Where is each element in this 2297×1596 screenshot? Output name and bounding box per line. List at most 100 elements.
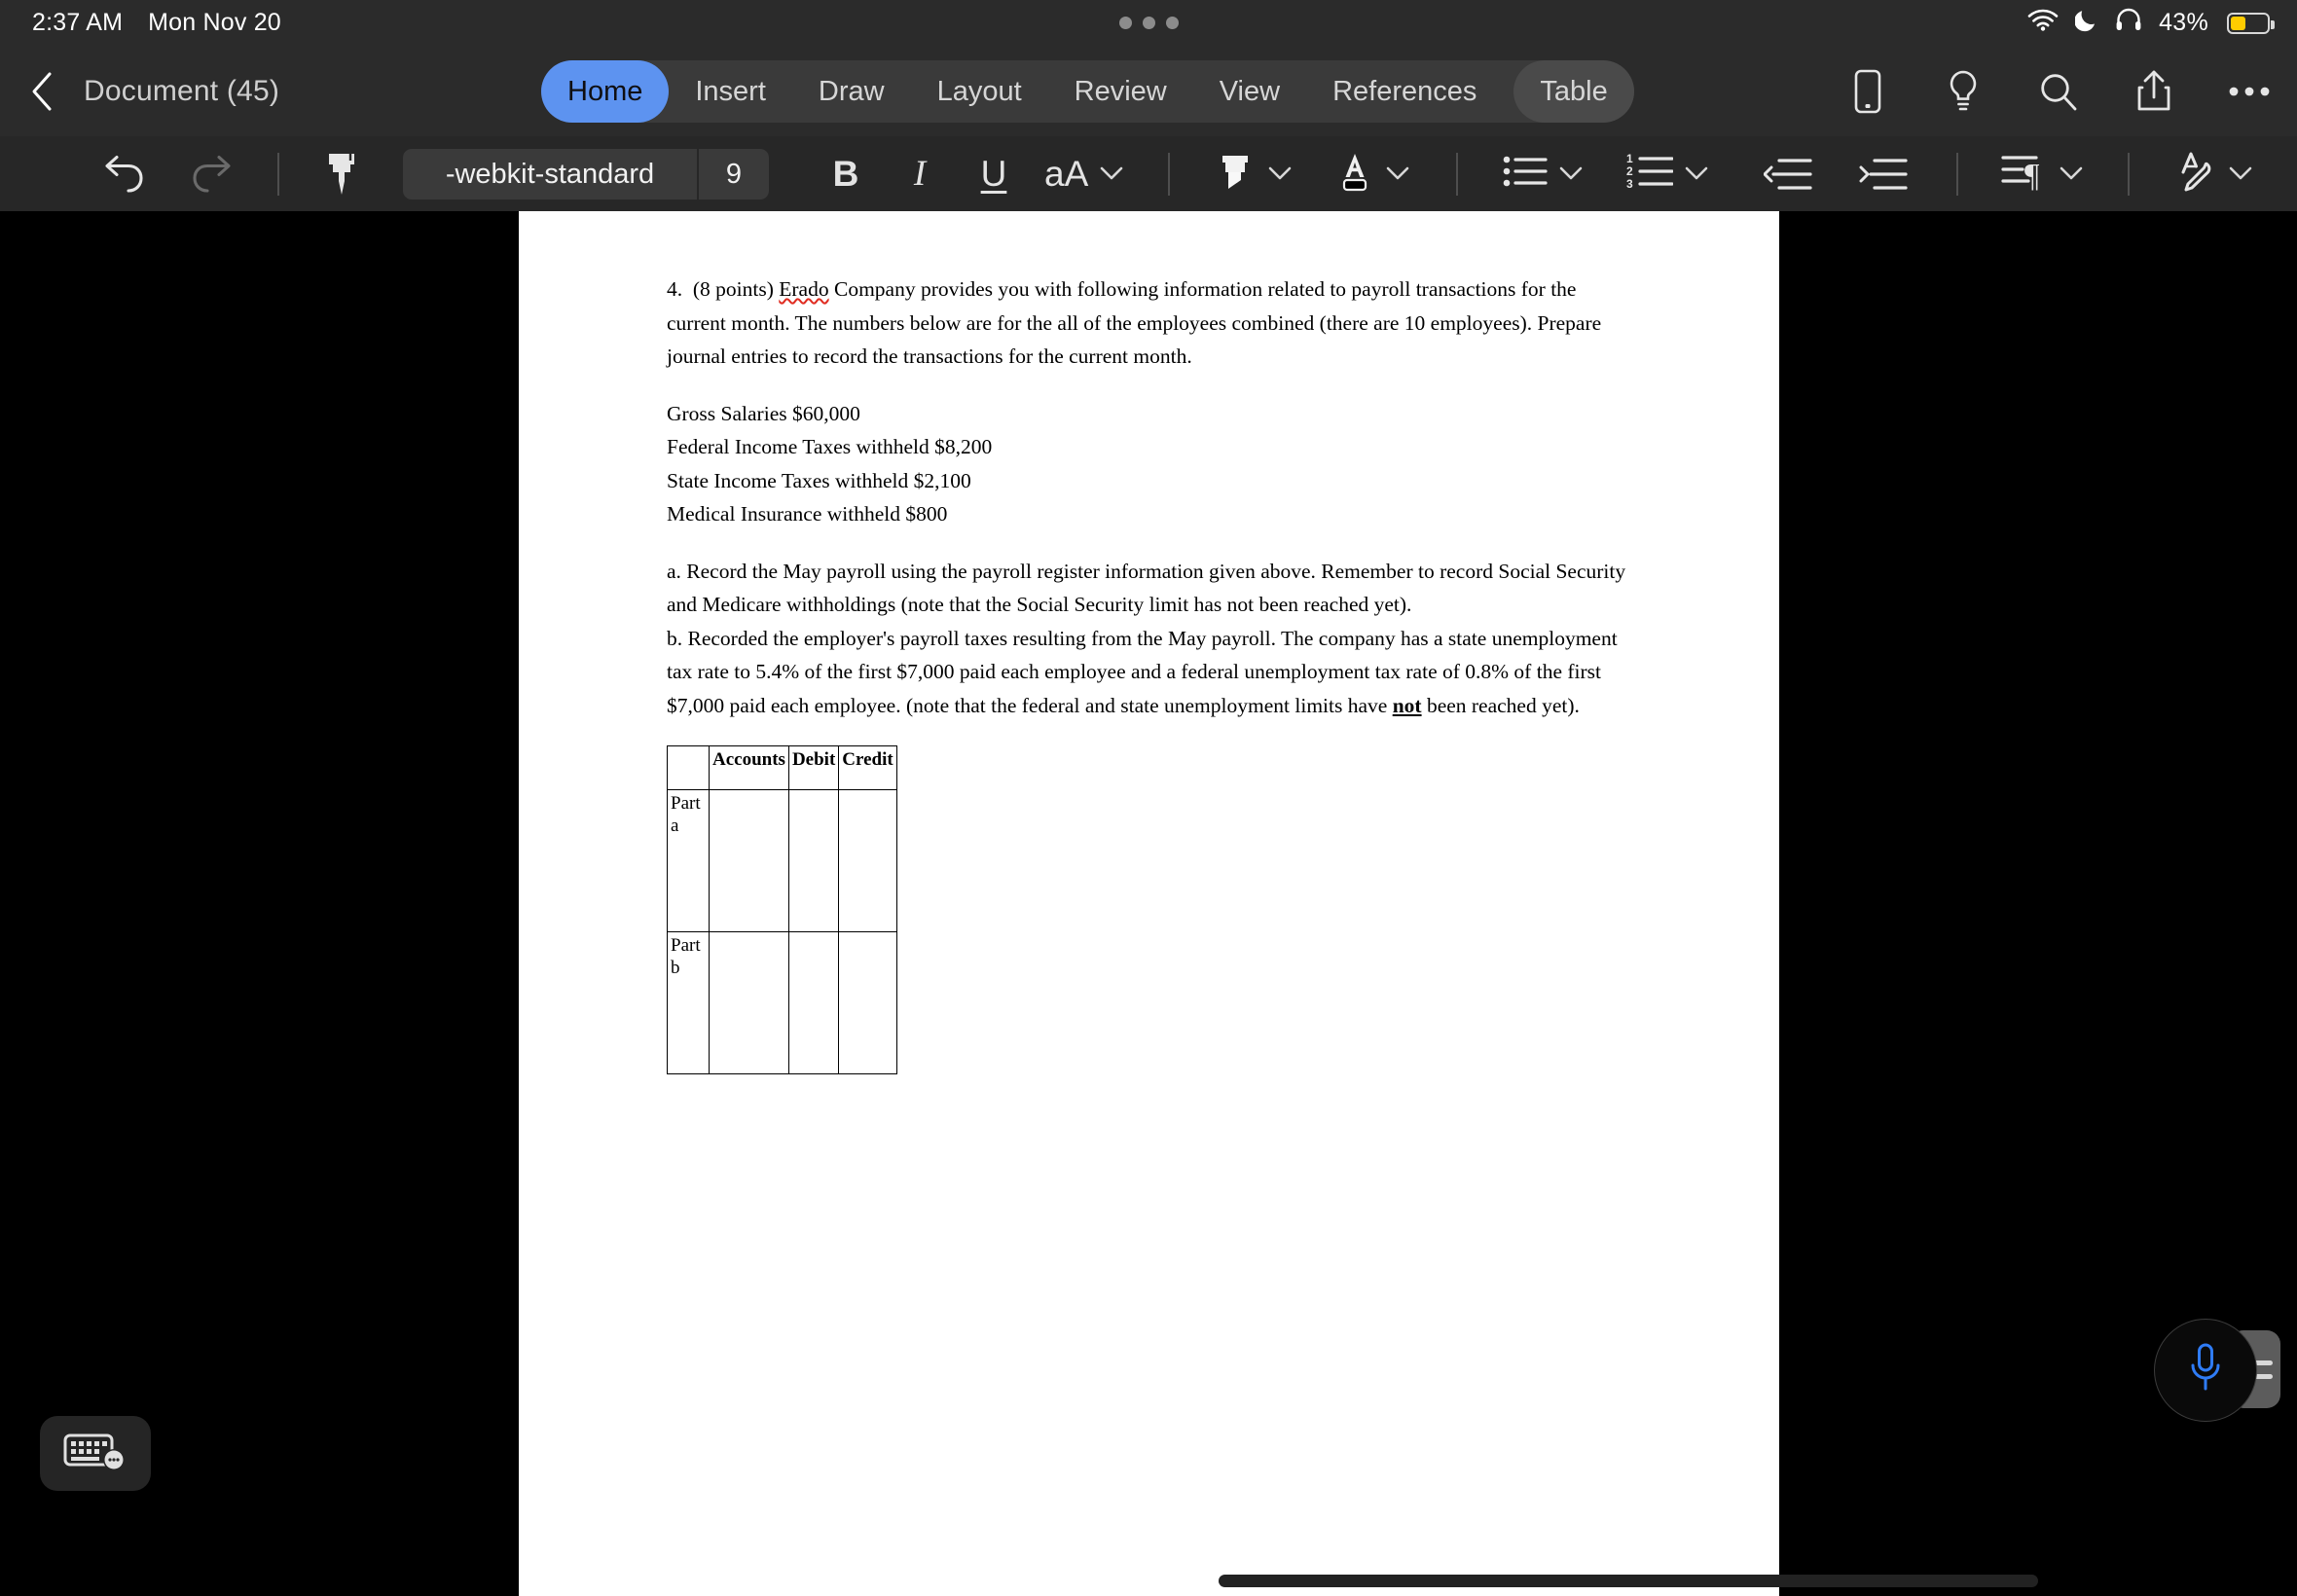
font-color-icon: [1335, 148, 1374, 200]
figure-line: Gross Salaries $60,000: [667, 401, 860, 425]
cell-credit[interactable]: [838, 931, 897, 1074]
font-name-field[interactable]: -webkit-standard: [403, 149, 697, 200]
tab-draw[interactable]: Draw: [792, 60, 911, 123]
navigation-bar: Document (45) Home Insert Draw Layout Re…: [0, 46, 2297, 136]
indent-button[interactable]: [1857, 157, 1910, 192]
battery-fill: [2231, 16, 2246, 30]
part-b-text-2: been reached yet).: [1421, 693, 1580, 717]
table-row[interactable]: Part b: [667, 931, 897, 1074]
highlight-button[interactable]: [1214, 149, 1292, 199]
svg-text:2: 2: [1626, 164, 1633, 178]
table-header-blank: [667, 745, 710, 790]
back-chevron-icon[interactable]: [23, 72, 60, 110]
chevron-down-icon: [1386, 166, 1409, 181]
highlighter-icon: [1214, 149, 1257, 199]
format-painter-icon[interactable]: [317, 150, 366, 199]
toolbar-divider: [1456, 152, 1459, 196]
tab-view[interactable]: View: [1193, 60, 1306, 123]
italic-label: I: [913, 154, 927, 194]
formatting-toolbar: -webkit-standard 9 B I U aA 1 2 3 ¶: [0, 136, 2297, 211]
font-selector-group: -webkit-standard 9: [403, 148, 769, 200]
moon-icon: [2074, 7, 2098, 39]
underline-button[interactable]: U: [970, 156, 1017, 192]
toolbar-divider: [277, 152, 279, 196]
multitask-dot: [1118, 17, 1132, 29]
text-effects-button[interactable]: aA: [1044, 156, 1123, 192]
headphones-icon: [2115, 7, 2142, 39]
bullet-list-button[interactable]: [1503, 154, 1583, 194]
table-header-accounts: Accounts: [709, 745, 789, 790]
numbered-list-icon: 1 2 3: [1626, 152, 1674, 195]
chevron-down-icon: [2060, 166, 2083, 181]
toolbar-divider: [2128, 152, 2131, 196]
undo-icon[interactable]: [95, 153, 150, 196]
chevron-down-icon: [1268, 166, 1292, 181]
numbered-list-button[interactable]: 1 2 3: [1626, 152, 1708, 195]
search-icon[interactable]: [2036, 68, 2081, 115]
microphone-button[interactable]: [2154, 1319, 2257, 1422]
tab-table[interactable]: Table: [1513, 60, 1634, 123]
table-header-credit: Credit: [838, 745, 897, 790]
font-color-button[interactable]: [1335, 148, 1409, 200]
status-right-group: 43%: [2027, 7, 2275, 39]
italic-button[interactable]: I: [896, 156, 943, 192]
multitask-indicator[interactable]: [0, 17, 2297, 29]
figure-line: State Income Taxes withheld $2,100: [667, 468, 971, 492]
dictation-widget[interactable]: [2154, 1319, 2280, 1422]
cell-debit[interactable]: [787, 931, 840, 1074]
bold-label: B: [832, 154, 859, 194]
multitask-dot: [1142, 17, 1155, 29]
tab-layout[interactable]: Layout: [911, 60, 1048, 123]
row-label-part-b: Part b: [667, 931, 710, 1074]
cell-debit[interactable]: [787, 789, 840, 932]
toolbar-divider: [1956, 152, 1959, 196]
styles-button[interactable]: [2172, 149, 2252, 199]
font-size-field[interactable]: 9: [699, 149, 769, 200]
document-canvas[interactable]: 4. (8 points) Erado Company provides you…: [0, 211, 2297, 1596]
underline-label: U: [980, 154, 1007, 194]
chevron-down-icon: [1559, 166, 1583, 181]
svg-text:¶: ¶: [2024, 158, 2040, 191]
question-intro-paragraph: 4. (8 points) Erado Company provides you…: [667, 272, 1630, 374]
outdent-button[interactable]: [1762, 157, 1814, 192]
battery-icon: [2227, 12, 2275, 34]
chevron-down-icon: [1100, 166, 1123, 181]
wifi-icon: [2027, 8, 2059, 38]
multitask-dot: [1165, 17, 1179, 29]
mobile-view-icon[interactable]: [1845, 68, 1890, 115]
status-bar: 2:37 AM Mon Nov 20 43%: [0, 0, 2297, 46]
page-content: 4. (8 points) Erado Company provides you…: [667, 272, 1630, 1074]
table-header-debit: Debit: [787, 745, 840, 790]
home-indicator: [1219, 1575, 2038, 1587]
part-a-paragraph: a. Record the May payroll using the payr…: [667, 559, 1626, 617]
tab-insert[interactable]: Insert: [669, 60, 792, 123]
tab-references[interactable]: References: [1306, 60, 1503, 123]
ipad-screen: 2:37 AM Mon Nov 20 43% Document (45) Hom…: [0, 0, 2297, 1596]
journal-entry-table[interactable]: Accounts Debit Credit Part a Part b: [667, 745, 897, 1074]
ribbon-tab-group: Home Insert Draw Layout Review View Refe…: [541, 60, 1634, 123]
figure-line: Federal Income Taxes withheld $8,200: [667, 435, 993, 458]
cell-accounts[interactable]: [709, 789, 789, 932]
document-page[interactable]: 4. (8 points) Erado Company provides you…: [519, 211, 2038, 1596]
lightbulb-icon[interactable]: [1941, 68, 1986, 115]
paragraph-mark-button[interactable]: ¶: [2001, 152, 2083, 196]
share-icon[interactable]: [2132, 68, 2176, 115]
table-row[interactable]: Part a: [667, 789, 897, 932]
figure-line: Medical Insurance withheld $800: [667, 502, 948, 526]
tab-home[interactable]: Home: [541, 60, 670, 123]
tab-review[interactable]: Review: [1048, 60, 1193, 123]
paragraph-mark-icon: ¶: [2001, 152, 2048, 196]
row-label-part-a: Part a: [667, 789, 710, 932]
redo-icon[interactable]: [186, 153, 240, 196]
bold-button[interactable]: B: [822, 156, 869, 192]
more-options-icon[interactable]: [2227, 68, 2272, 115]
cell-accounts[interactable]: [709, 931, 789, 1074]
bullet-list-icon: [1503, 154, 1548, 194]
chevron-down-icon: [2229, 166, 2252, 181]
toolbar-divider: [1168, 152, 1171, 196]
document-title[interactable]: Document (45): [84, 75, 279, 108]
table-header-row: Accounts Debit Credit: [667, 745, 897, 790]
keyboard-toggle-widget[interactable]: [40, 1416, 151, 1491]
cell-credit[interactable]: [838, 789, 897, 932]
